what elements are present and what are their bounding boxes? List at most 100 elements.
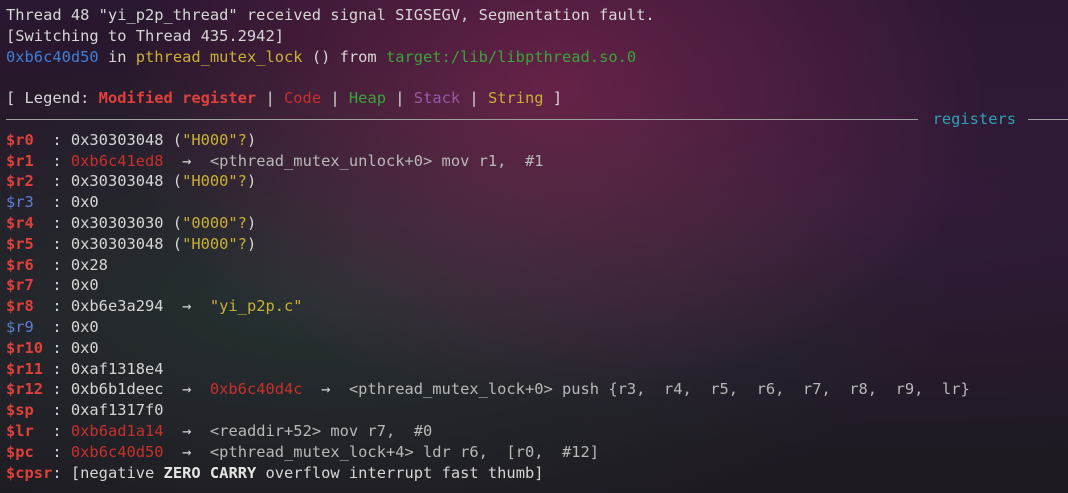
legend-stack: Stack: [413, 89, 461, 108]
register-name: $pc: [6, 442, 44, 461]
register-instruction: <pthread_mutex_unlock+0> mov r1, #1: [209, 151, 544, 170]
register-row: $r0 : 0x30303048 ("H000"?): [6, 130, 1068, 151]
register-name: $r5: [6, 234, 44, 253]
register-row: $r2 : 0x30303048 ("H000"?): [6, 171, 1068, 192]
register-row: $sp : 0xaf1317f0: [6, 400, 1068, 421]
legend-heap: Heap: [348, 89, 386, 108]
register-row: $r8 : 0xb6e3a294 → "yi_p2p.c": [6, 296, 1068, 317]
register-name: $cpsr: [6, 463, 53, 482]
register-row: $lr : 0xb6ad1a14 → <readdir+52> mov r7, …: [6, 421, 1068, 442]
register-value: : 0x28: [43, 255, 108, 274]
register-row: $r6 : 0x28: [6, 255, 1068, 276]
register-value: : 0x0: [43, 338, 99, 357]
register-value: : 0x30303030 (: [43, 213, 183, 232]
register-name: $r6: [6, 255, 44, 274]
register-value: : 0x0: [43, 193, 99, 212]
register-name: $sp: [6, 401, 44, 420]
register-string: "0000"?: [182, 213, 247, 232]
fault-function: pthread_mutex_lock: [135, 47, 303, 66]
register-string: "H000"?: [182, 130, 247, 149]
register-row: $r5 : 0x30303048 ("H000"?): [6, 234, 1068, 255]
fault-library: target:/lib/libpthread.so.0: [385, 47, 637, 66]
register-name: $r8: [6, 297, 44, 316]
register-sep: :: [43, 442, 71, 461]
register-value: : 0xaf1317f0: [43, 401, 164, 420]
register-value: : 0x30303048 (: [43, 234, 183, 253]
separator-rule: [6, 118, 918, 120]
register-value: : 0x0: [43, 276, 99, 295]
register-tail: ): [246, 234, 257, 253]
register-value: 0xb6ad1a14: [70, 421, 164, 440]
legend-close: ]: [543, 89, 563, 108]
register-name: $r3: [6, 193, 44, 212]
deref-arrow: →: [163, 421, 210, 440]
flag-space: [201, 464, 210, 482]
deref-arrow: →: [163, 151, 210, 170]
register-string: "H000"?: [182, 172, 247, 191]
register-instruction: <pthread_mutex_lock+0> push {r3, r4, r5,…: [348, 380, 970, 399]
register-value: : 0xb6e3a294 →: [43, 297, 210, 316]
register-row: $r10 : 0x0: [6, 338, 1068, 359]
gdb-terminal[interactable]: Thread 48 "yi_p2p_thread" received signa…: [6, 5, 1068, 483]
fault-address: 0xb6c40d50: [6, 47, 99, 66]
legend-code: Code: [284, 89, 322, 108]
legend-open: [ Legend:: [6, 89, 99, 108]
signal-line: Thread 48 "yi_p2p_thread" received signa…: [6, 5, 1068, 26]
register-string: "H000"?: [182, 234, 247, 253]
deref-arrow: →: [302, 380, 349, 399]
register-row: $r9 : 0x0: [6, 317, 1068, 338]
register-row: $r1 : 0xb6c41ed8 → <pthread_mutex_unlock…: [6, 151, 1068, 172]
register-value: 0xb6c41ed8: [70, 151, 164, 170]
register-row: $r7 : 0x0: [6, 275, 1068, 296]
cpsr-flags-rest: overflow interrupt fast thumb]: [256, 463, 544, 482]
register-instruction: <pthread_mutex_lock+4> ldr r6, [r0, #12]: [209, 442, 600, 461]
register-instruction: <readdir+52> mov r7, #0: [209, 421, 433, 440]
cpsr-flags-open: : [negative: [52, 463, 164, 482]
register-tail: ): [246, 213, 257, 232]
switch-text: [Switching to Thread 435.2942]: [6, 26, 284, 45]
registers-section-title: registers: [932, 109, 1016, 128]
switch-line: [Switching to Thread 435.2942]: [6, 26, 1068, 47]
register-deref-value: 0xb6c40d4c: [209, 380, 303, 399]
register-value: : 0x0: [43, 317, 99, 336]
register-row: $r4 : 0x30303030 ("0000"?): [6, 213, 1068, 234]
register-name: $r4: [6, 213, 44, 232]
register-sep: :: [43, 421, 71, 440]
register-name: $r12: [6, 380, 44, 399]
register-tail: ): [246, 172, 257, 191]
register-name: $r7: [6, 276, 44, 295]
registers-separator: registers: [6, 109, 1068, 130]
register-name: $r1: [6, 151, 44, 170]
signal-text: Thread 48 "yi_p2p_thread" received signa…: [6, 6, 655, 24]
legend-modified: Modified register: [98, 89, 257, 108]
location-in: in: [98, 47, 136, 66]
register-value: : 0xb6b1deec →: [43, 380, 210, 399]
register-row: $r12 : 0xb6b1deec → 0xb6c40d4c → <pthrea…: [6, 379, 1068, 400]
register-name: $r9: [6, 317, 44, 336]
register-name: $lr: [6, 421, 44, 440]
register-row: $pc : 0xb6c40d50 → <pthread_mutex_lock+4…: [6, 442, 1068, 463]
separator-rule-end: [1028, 118, 1068, 120]
legend-string: String: [487, 89, 544, 108]
location-from: () from: [302, 47, 386, 66]
location-line: 0xb6c40d50 in pthread_mutex_lock () from…: [6, 47, 1068, 68]
deref-arrow: →: [163, 442, 210, 461]
register-string: "yi_p2p.c": [209, 297, 303, 316]
register-name: $r10: [6, 338, 44, 357]
register-value: : 0x30303048 (: [43, 172, 183, 191]
register-sep: :: [43, 151, 71, 170]
register-row: $r3 : 0x0: [6, 192, 1068, 213]
flag-carry: CARRY: [209, 463, 257, 482]
register-name: $r2: [6, 172, 44, 191]
register-value: : 0x30303048 (: [43, 130, 183, 149]
register-tail: ): [246, 130, 257, 149]
register-value: 0xb6c40d50: [70, 442, 164, 461]
register-row-cpsr: $cpsr: [negative ZERO CARRY overflow int…: [6, 463, 1068, 484]
register-row: $r11 : 0xaf1318e4: [6, 359, 1068, 380]
flag-zero: ZERO: [163, 463, 201, 482]
register-name: $r11: [6, 359, 44, 378]
legend-line: [ Legend: Modified register | Code | Hea…: [6, 89, 563, 108]
register-value: : 0xaf1318e4: [43, 359, 164, 378]
register-name: $r0: [6, 130, 44, 149]
